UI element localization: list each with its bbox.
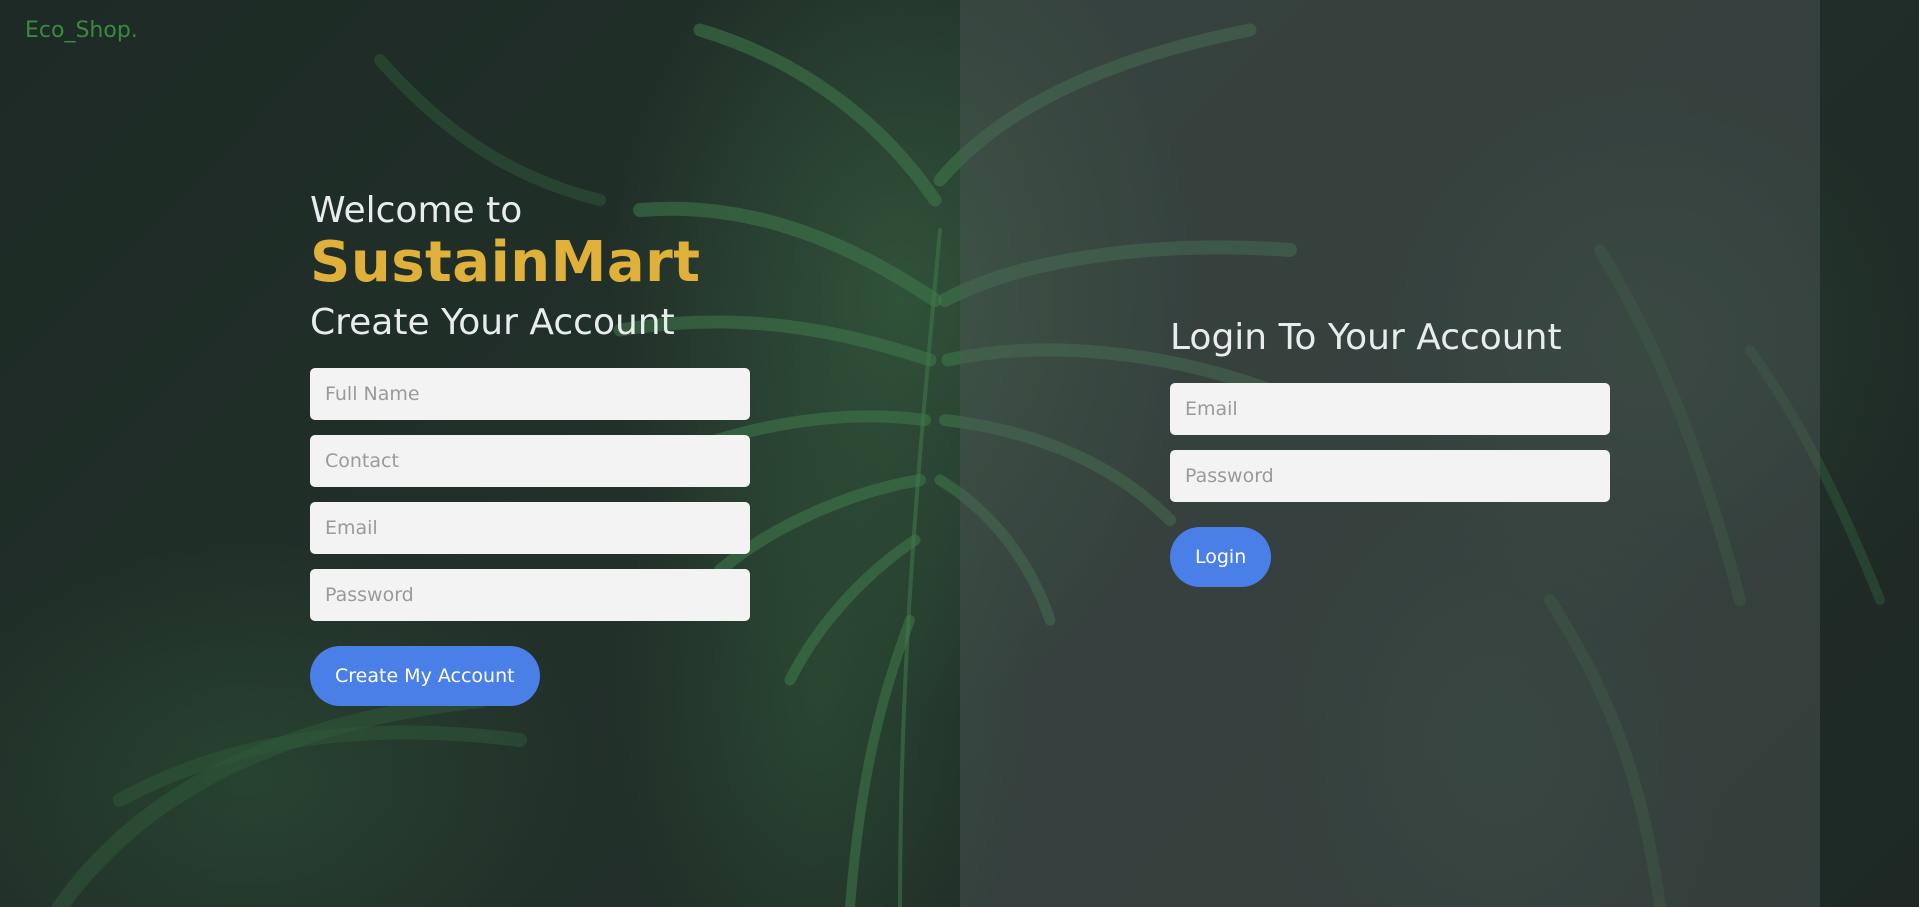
login-password-field[interactable] xyxy=(1170,450,1610,502)
signup-password-field[interactable] xyxy=(310,569,750,621)
signup-title: Create Your Account xyxy=(310,302,675,343)
contact-field[interactable] xyxy=(310,435,750,487)
signup-form: Welcome to SustainMart Create Your Accou… xyxy=(310,190,750,706)
site-logo[interactable]: Eco_Shop. xyxy=(25,18,138,43)
login-title: Login To Your Account xyxy=(1170,317,1562,358)
login-form: Login To Your Account Login xyxy=(1170,315,1610,587)
login-email-field[interactable] xyxy=(1170,383,1610,435)
brand-name-heading: SustainMart xyxy=(310,230,701,295)
login-button[interactable]: Login xyxy=(1170,527,1272,587)
full-name-field[interactable] xyxy=(310,368,750,420)
welcome-heading: Welcome to xyxy=(310,190,523,231)
signup-email-field[interactable] xyxy=(310,502,750,554)
create-account-button[interactable]: Create My Account xyxy=(310,646,540,706)
